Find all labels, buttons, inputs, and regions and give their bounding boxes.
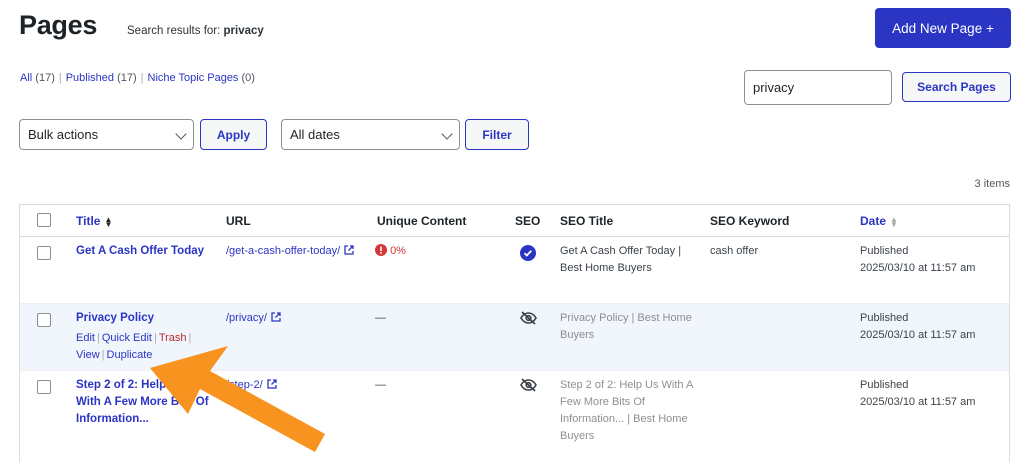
dates-select[interactable]: All dates: [281, 119, 460, 150]
row-checkbox[interactable]: [37, 246, 51, 260]
apply-button[interactable]: Apply: [200, 119, 267, 150]
column-title[interactable]: Title ▲ ▼: [76, 214, 112, 228]
row-checkbox[interactable]: [37, 380, 51, 394]
bulk-actions-select[interactable]: Bulk actions: [19, 119, 194, 150]
view-link[interactable]: View: [76, 349, 100, 361]
seo-title: Step 2 of 2: Help Us With A Few More Bits…: [560, 379, 694, 442]
filter-all-count: (17): [35, 72, 55, 84]
eye-slash-icon: [520, 311, 537, 325]
row-title-link[interactable]: Privacy Policy: [76, 310, 154, 327]
column-date[interactable]: Date ▲ ▼: [860, 214, 898, 228]
row-title-link[interactable]: Get A Cash Offer Today: [76, 243, 204, 260]
row-date: Published 2025/03/10 at 11:57 am: [860, 312, 976, 341]
edit-link[interactable]: Edit: [76, 332, 95, 344]
search-pages-button[interactable]: Search Pages: [902, 72, 1011, 102]
column-seo-title: SEO Title: [560, 214, 614, 228]
quick-edit-link[interactable]: Quick Edit: [102, 332, 152, 344]
unique-content-value: —: [375, 312, 386, 324]
row-checkbox[interactable]: [37, 313, 51, 327]
search-input[interactable]: privacy: [744, 70, 892, 105]
column-seo: SEO: [515, 214, 541, 228]
seo-title: Privacy Policy | Best Home Buyers: [560, 312, 692, 341]
filter-published-link[interactable]: Published: [66, 72, 114, 84]
external-link-icon: [271, 312, 281, 322]
search-results-label: Search results for: privacy: [127, 25, 264, 37]
filter-all-link[interactable]: All: [20, 72, 32, 84]
trash-link[interactable]: Trash: [159, 332, 187, 344]
status-filters: All (17) | Published (17) | Niche Topic Page…: [20, 72, 255, 84]
seo-keyword: cash offer: [710, 245, 759, 257]
add-new-page-button[interactable]: Add New Page +: [875, 8, 1011, 48]
eye-slash-icon: [520, 378, 537, 392]
chevron-down-icon: [441, 128, 453, 140]
pages-table: Title ▲ ▼ URL Unique Content SEO SEO Title…: [19, 204, 1010, 462]
external-link-icon: [344, 245, 354, 255]
warning-icon: [375, 244, 387, 256]
check-circle-icon: [520, 245, 536, 261]
row-url[interactable]: /step-2/: [226, 377, 277, 394]
filter-niche-link[interactable]: Niche Topic Pages: [148, 72, 239, 84]
column-seo-keyword: SEO Keyword: [710, 214, 790, 228]
filter-button[interactable]: Filter: [465, 119, 529, 150]
unique-content-value: 0%: [375, 243, 406, 260]
table-header: Title ▲ ▼ URL Unique Content SEO SEO Title…: [20, 205, 1009, 237]
table-row: Step 2 of 2: Help Us With A Few More Bits…: [20, 371, 1009, 462]
row-date: Published 2025/03/10 at 11:57 am: [860, 245, 976, 274]
column-unique-content: Unique Content: [377, 214, 467, 228]
sort-icon: ▲ ▼: [890, 214, 898, 229]
select-all-checkbox[interactable]: [37, 213, 51, 227]
table-row: Get A Cash Offer Today /get-a-cash-offer…: [20, 237, 1009, 304]
row-actions: Edit | Quick Edit | Trash | View | Duplicate: [76, 332, 192, 361]
filter-niche-count: (0): [241, 72, 255, 84]
table-row: Privacy Policy Edit | Quick Edit | Trash | Vi…: [20, 304, 1009, 371]
row-date: Published 2025/03/10 at 11:57 am: [860, 379, 976, 408]
row-title-link[interactable]: Step 2 of 2: Help Us With A Few More Bits…: [76, 377, 209, 428]
items-count: 3 items: [974, 178, 1010, 190]
search-results-term: privacy: [223, 25, 264, 37]
seo-title: Get A Cash Offer Today | Best Home Buyers: [560, 245, 682, 274]
duplicate-link[interactable]: Duplicate: [107, 349, 153, 361]
row-url[interactable]: /get-a-cash-offer-today/: [226, 243, 354, 260]
row-url[interactable]: /privacy/: [226, 310, 281, 327]
external-link-icon: [267, 379, 277, 389]
search-results-prefix: Search results for:: [127, 25, 224, 37]
chevron-down-icon: [175, 128, 187, 140]
filter-published-count: (17): [117, 72, 137, 84]
page-title: Pages: [19, 10, 98, 40]
sort-icon: ▲ ▼: [104, 214, 113, 229]
dates-value: All dates: [290, 127, 340, 142]
bulk-actions-value: Bulk actions: [28, 127, 99, 142]
column-url: URL: [226, 214, 251, 228]
unique-content-value: —: [375, 379, 386, 391]
